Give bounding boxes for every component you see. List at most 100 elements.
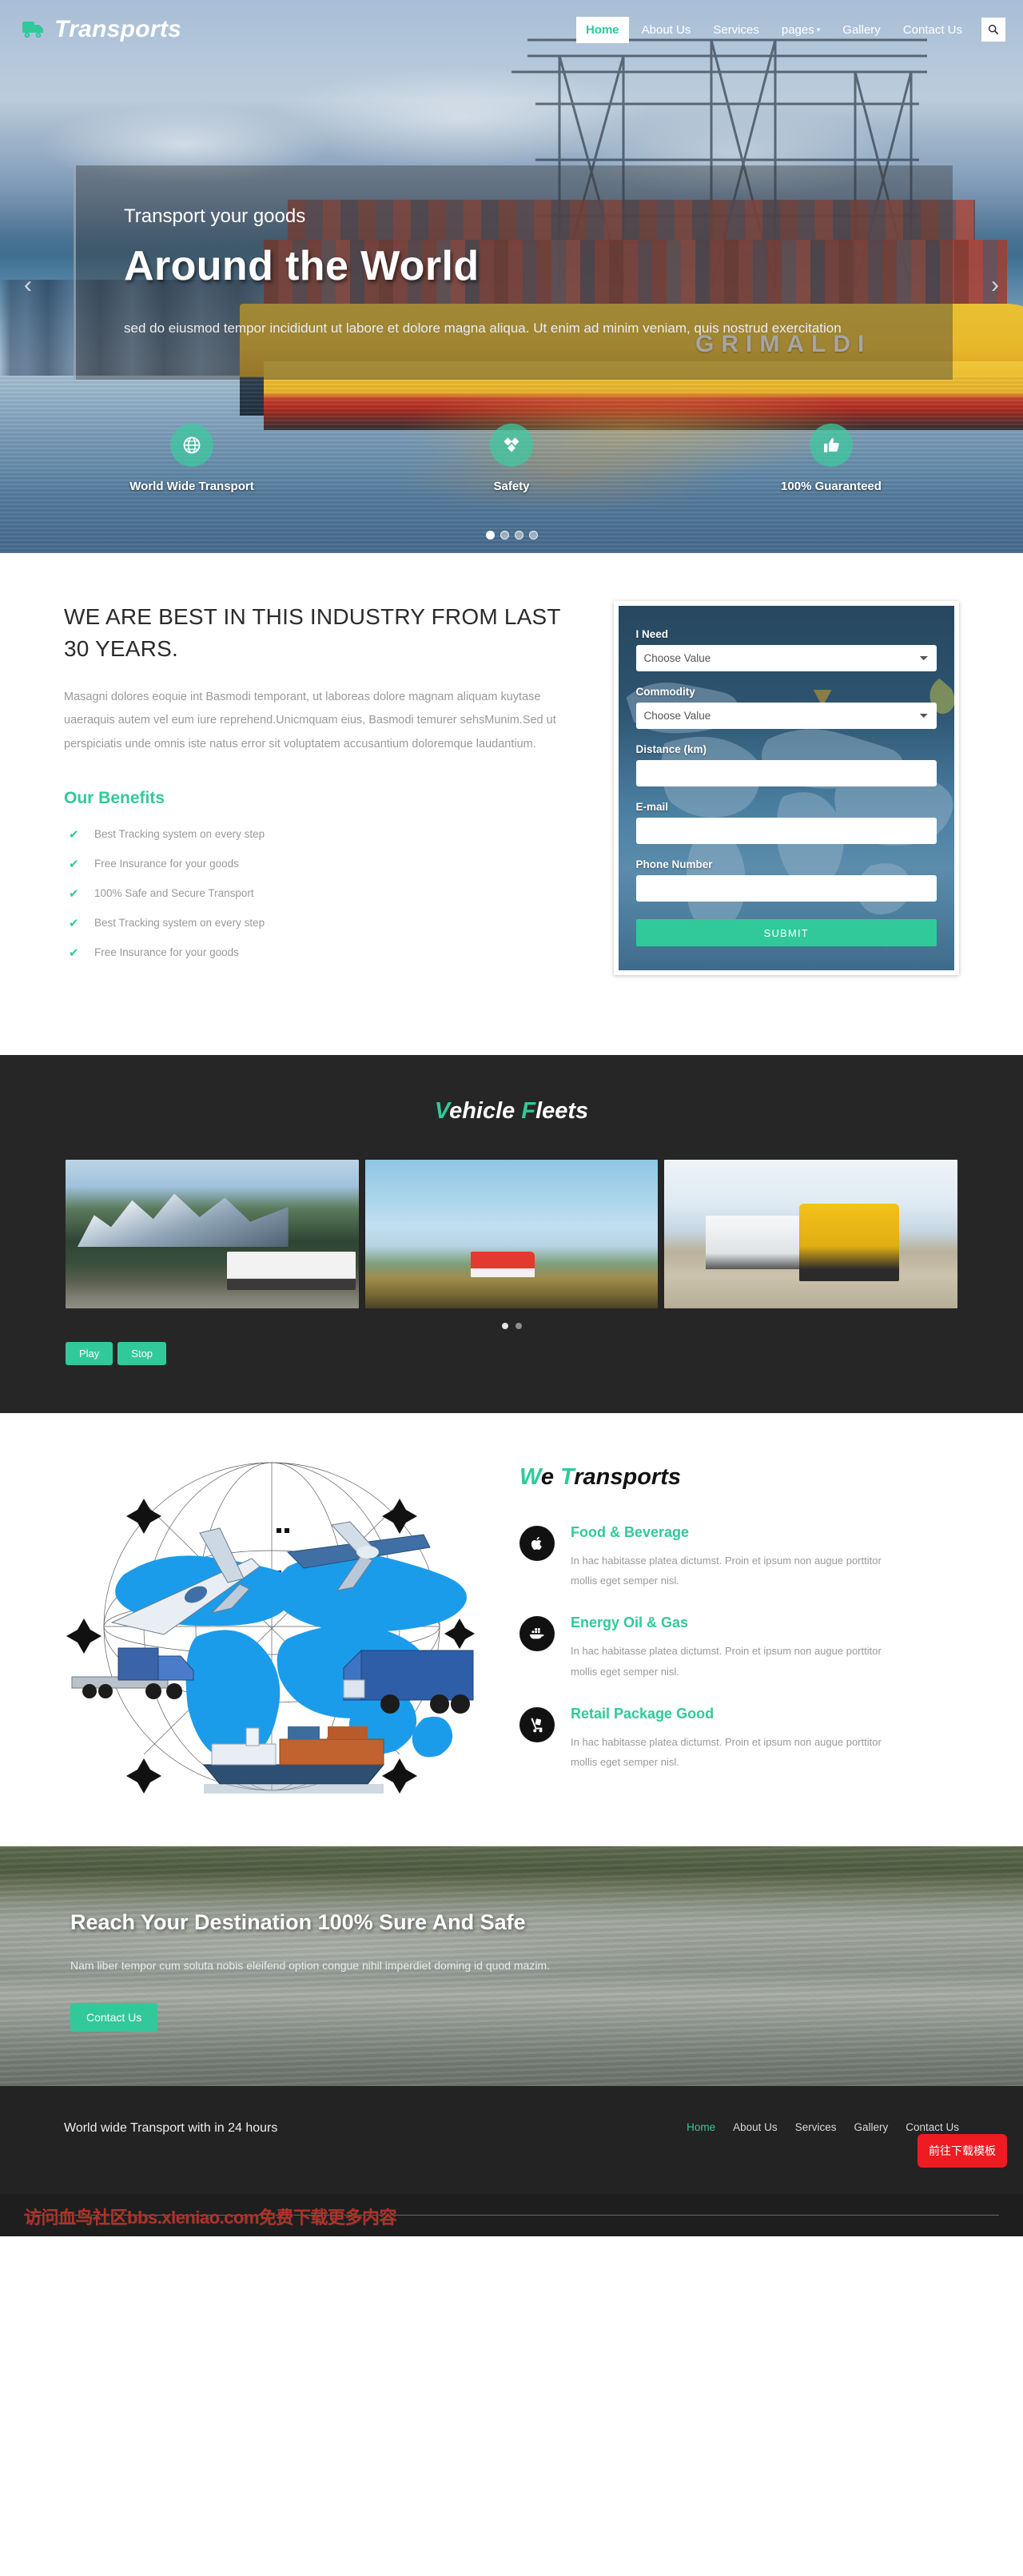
- nav-item-home[interactable]: Home: [575, 16, 629, 43]
- submit-button[interactable]: SUBMIT: [635, 919, 937, 946]
- field-label-commodity: Commodity: [635, 686, 695, 698]
- brand-logo[interactable]: Transports: [22, 16, 181, 43]
- service-title: Energy Oil & Gas: [571, 1614, 689, 1631]
- we-heading-accent-2: T: [560, 1463, 575, 1490]
- service-item-energy-oil-gas: Energy Oil & Gas In hac habitasse platea…: [519, 1614, 975, 1682]
- we-transports-heading: We Transports: [519, 1464, 975, 1491]
- commodity-select[interactable]: Choose Value: [635, 703, 937, 729]
- nav-item-about-us[interactable]: About Us: [632, 17, 701, 43]
- watermark-bar: 访问血鸟社区bbs.xleniao.com免费下载更多内容: [0, 2193, 1023, 2236]
- benefits-heading: Our Benefits: [64, 788, 165, 807]
- cta-heading: Reach Your Destination 100% Sure And Saf…: [70, 1909, 526, 1934]
- hero-title: Around the World: [124, 243, 480, 289]
- distance-input[interactable]: [635, 760, 937, 786]
- search-icon: [988, 24, 999, 35]
- top-navigation-bar: Transports Home About Us Services pages ▾…: [0, 0, 1023, 59]
- hero-paragraph: sed do eiusmod tempor incididunt ut labo…: [124, 321, 842, 336]
- feature-icon-wrap: [170, 424, 213, 467]
- fleets-heading: Vehicle Fleets: [0, 1098, 1023, 1125]
- check-icon: ✔: [69, 886, 79, 901]
- cta-paragraph: Nam liber tempor cum soluta nobis eleife…: [70, 1958, 550, 1972]
- benefit-label: Best Tracking system on every step: [94, 828, 265, 841]
- feature-world-wide-transport[interactable]: World Wide Transport: [92, 424, 292, 493]
- about-heading: WE ARE BEST IN THIS INDUSTRY FROM LAST 3…: [64, 604, 561, 661]
- benefit-item: ✔ Free Insurance for your goods: [64, 857, 566, 871]
- nav-item-services[interactable]: Services: [703, 17, 769, 43]
- contact-us-button[interactable]: Contact Us: [70, 2003, 158, 2033]
- call-to-action-section: Reach Your Destination 100% Sure And Saf…: [0, 1845, 1023, 2086]
- ship-container-icon: [529, 1628, 544, 1639]
- phone-input[interactable]: [635, 875, 937, 902]
- fleet-slide-1[interactable]: [66, 1159, 359, 1308]
- feature-icon-wrap: [810, 424, 853, 467]
- field-label-email: E-mail: [635, 801, 669, 813]
- service-item-retail-package-good: Retail Package Good In hac habitasse pla…: [519, 1706, 975, 1773]
- main-nav: Home About Us Services pages ▾ Gallery Co…: [575, 16, 1005, 43]
- hero-caption: Transport your goods Around the World se…: [74, 165, 953, 380]
- service-text-wrap: Food & Beverage In hac habitasse platea …: [571, 1524, 882, 1591]
- about-paragraph: Masagni dolores eoquie int Basmodi tempo…: [64, 690, 556, 751]
- about-and-quote-section: WE ARE BEST IN THIS INDUSTRY FROM LAST 3…: [0, 553, 1023, 1055]
- nav-item-gallery[interactable]: Gallery: [833, 17, 890, 43]
- feature-safety[interactable]: Safety: [412, 424, 611, 493]
- we-transports-section: We Transports Food & Beverage In hac hab…: [0, 1412, 1023, 1846]
- hero-feature-list: World Wide Transport Safety 100% Guarant…: [0, 424, 1023, 493]
- we-heading-rest: ransports: [574, 1463, 682, 1490]
- benefit-label: 100% Safe and Secure Transport: [94, 887, 254, 900]
- stop-button[interactable]: Stop: [117, 1341, 167, 1365]
- play-button[interactable]: Play: [66, 1341, 113, 1365]
- hero-dot-4[interactable]: [528, 531, 538, 539]
- benefit-item: ✔ 100% Safe and Secure Transport: [64, 886, 566, 901]
- download-template-badge[interactable]: 前往下载模板: [918, 2133, 1007, 2168]
- hero-dot-2[interactable]: [500, 531, 509, 539]
- hero-prev-arrow[interactable]: ‹: [24, 272, 32, 299]
- field-label-i-need: I Need: [635, 628, 669, 640]
- service-text-wrap: Retail Package Good In hac habitasse pla…: [571, 1706, 882, 1773]
- search-button[interactable]: [981, 18, 1005, 42]
- feature-100-guaranteed[interactable]: 100% Guaranteed: [731, 424, 931, 493]
- footer-nav-gallery[interactable]: Gallery: [854, 2121, 888, 2133]
- service-item-food-beverage: Food & Beverage In hac habitasse platea …: [519, 1524, 975, 1591]
- fleets-controls: Play Stop: [0, 1329, 1023, 1365]
- fleets-heading-rest-2: leets: [535, 1097, 589, 1124]
- nav-item-pages[interactable]: pages ▾: [772, 17, 830, 43]
- i-need-select[interactable]: Choose Value: [635, 645, 937, 671]
- fleet-dot-2[interactable]: [515, 1322, 522, 1329]
- service-description: In hac habitasse platea dictumst. Proin …: [571, 1554, 882, 1587]
- nav-item-contact-us[interactable]: Contact Us: [894, 17, 972, 43]
- we-heading-mid: e: [540, 1463, 561, 1490]
- service-description: In hac habitasse platea dictumst. Proin …: [571, 1645, 882, 1678]
- feature-icon-wrap: [490, 424, 533, 467]
- service-icon-wrap: [519, 1525, 555, 1561]
- hero-dot-1[interactable]: [485, 531, 495, 539]
- fleet-dot-1[interactable]: [501, 1322, 508, 1329]
- about-column: WE ARE BEST IN THIS INDUSTRY FROM LAST 3…: [64, 601, 566, 975]
- shield-diamond-icon: [504, 437, 519, 452]
- fleets-slider: [0, 1159, 1023, 1308]
- benefit-item: ✔ Best Tracking system on every step: [64, 827, 566, 842]
- footer-nav-home[interactable]: Home: [687, 2121, 715, 2133]
- fleets-heading-accent-2: F: [521, 1097, 536, 1124]
- fleet-slide-2[interactable]: [364, 1159, 659, 1308]
- globe-logistics-graphic: [66, 1462, 475, 1794]
- benefit-label: Best Tracking system on every step: [94, 917, 265, 930]
- check-icon: ✔: [69, 827, 79, 842]
- apple-icon: [531, 1536, 542, 1550]
- feature-label: World Wide Transport: [129, 480, 254, 493]
- benefit-label: Free Insurance for your goods: [94, 946, 239, 959]
- vehicle-fleets-section: Vehicle Fleets Play Stop: [0, 1054, 1023, 1413]
- benefit-item: ✔ Best Tracking system on every step: [64, 916, 566, 930]
- globe-icon: [183, 436, 201, 454]
- hero-kicker: Transport your goods: [124, 205, 306, 227]
- we-heading-accent-1: W: [519, 1463, 541, 1490]
- hero-next-arrow[interactable]: ›: [991, 272, 999, 299]
- hero-section: GRIMALDI Transports Home About Us Servic…: [0, 0, 1023, 553]
- footer-nav-about-us[interactable]: About Us: [733, 2121, 778, 2133]
- fleet-slide-3[interactable]: [664, 1159, 958, 1308]
- hero-dot-3[interactable]: [514, 531, 523, 539]
- email-input[interactable]: [635, 818, 937, 844]
- footer-nav-contact-us[interactable]: Contact Us: [906, 2121, 959, 2133]
- footer-nav-services[interactable]: Services: [795, 2121, 837, 2133]
- footer-nav: Home About Us Services Gallery Contact U…: [687, 2121, 959, 2133]
- truck-left: [71, 1647, 194, 1699]
